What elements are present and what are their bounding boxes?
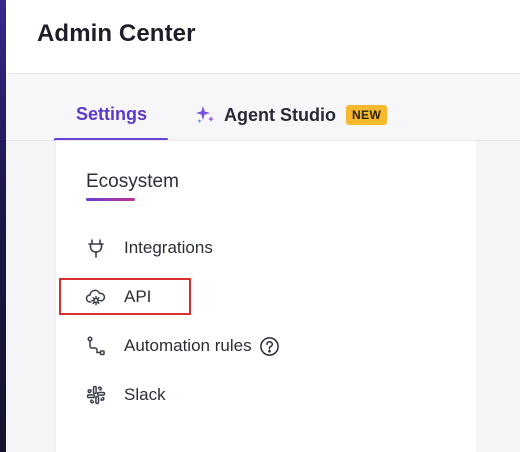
panel-gutter xyxy=(476,141,520,452)
help-circle-icon[interactable] xyxy=(259,335,281,357)
page-header: Admin Center xyxy=(6,0,520,74)
menu-item-automation-rules[interactable]: Automation rules xyxy=(84,331,281,361)
tab-settings[interactable]: Settings xyxy=(76,104,147,125)
plug-icon xyxy=(84,236,108,260)
flow-icon xyxy=(84,334,108,358)
menu-item-label: Automation rules xyxy=(124,336,252,355)
menu-item-label: Slack xyxy=(124,385,166,404)
tab-bar: Settings Agent Studio NEW xyxy=(6,74,520,141)
new-badge: NEW xyxy=(345,105,388,125)
menu-item-integrations[interactable]: Integrations xyxy=(84,233,213,263)
section-title: Ecosystem xyxy=(86,171,179,192)
sparkle-icon xyxy=(194,104,216,126)
section-title-underline xyxy=(86,198,135,201)
menu-item-label: Integrations xyxy=(124,238,213,257)
tab-settings-label: Settings xyxy=(76,104,148,124)
tab-agent-studio[interactable]: Agent Studio NEW xyxy=(194,104,388,126)
api-highlight-box xyxy=(59,278,191,315)
page-title: Admin Center xyxy=(37,20,196,47)
menu-item-slack[interactable]: Slack xyxy=(84,380,166,410)
slack-icon xyxy=(84,383,108,407)
tab-agent-studio-label: Agent Studio xyxy=(224,104,336,125)
